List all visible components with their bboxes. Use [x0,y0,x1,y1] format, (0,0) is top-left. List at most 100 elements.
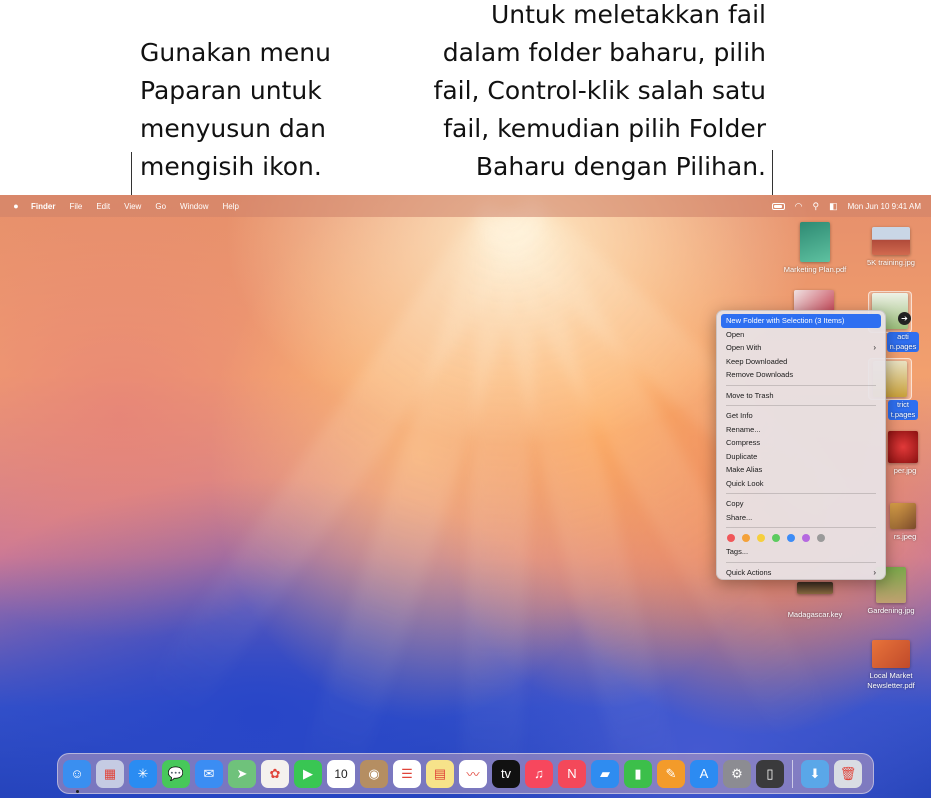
dock-app-reminders[interactable]: ☰ [393,759,421,788]
trash-icon: 🗑 [839,765,857,781]
facetime-icon: ▶ [303,765,313,781]
dock-app-music[interactable]: ♫ [525,759,553,788]
iphone-mirroring-icon: ▯ [766,765,774,781]
dock-app-notes[interactable]: ▤ [426,759,454,788]
downloads-folder-icon: ⬇ [809,765,821,781]
desktop-file-marketing-plan[interactable]: Marketing Plan.pdf [775,222,855,275]
launchpad-icon: ▦ [103,765,117,781]
battery-icon[interactable] [771,202,785,210]
menu-item-get-info[interactable]: Get Info [721,409,881,423]
image-thumbnail-icon[interactable] [794,290,834,312]
menu-file[interactable]: File [69,202,82,211]
menu-item-tags[interactable]: Tags... [721,545,881,559]
menu-item-open[interactable]: Open [721,328,881,342]
apple-tv-icon: tv [500,766,512,781]
menu-help[interactable]: Help [222,202,238,211]
pdf-thumbnail-icon [800,222,830,262]
dock-app-calendar[interactable]: 10 [327,759,355,788]
freeform-icon: 〰 [466,767,480,782]
dock-app-pages[interactable]: ✎ [657,759,685,788]
maps-icon: ➤ [236,765,248,781]
menu-item-copy[interactable]: Copy [721,497,881,511]
callout-leader-line-left [131,152,132,196]
dock-app-contacts[interactable]: ◉ [360,759,388,788]
tag-blue[interactable] [787,534,795,542]
apple-logo-icon[interactable]: ● [11,201,21,211]
callout-view-menu: Gunakan menu Paparan untuk menyusun dan … [140,38,331,181]
chevron-right-icon: › [873,343,876,352]
menu-item-share[interactable]: Share... [721,511,881,525]
music-icon: ♫ [534,766,544,781]
wifi-icon[interactable]: ◠ [795,201,803,212]
news-icon: N [567,766,577,781]
menu-item-keep-downloaded[interactable]: Keep Downloaded [721,355,881,369]
menu-window[interactable]: Window [180,202,208,211]
messages-icon: 💬 [167,765,185,781]
tag-green[interactable] [772,534,780,542]
menu-view[interactable]: View [124,202,141,211]
system-settings-icon: ⚙ [731,765,743,781]
tag-gray[interactable] [817,534,825,542]
dock-app-safari[interactable]: ✳ [129,759,157,788]
desktop-file-label: trict t.pages [887,400,919,420]
menu-finder[interactable]: Finder [31,202,55,211]
pages-icon: ✎ [665,765,677,781]
control-center-icon[interactable]: ◧ [829,201,838,212]
dock-app-keynote[interactable]: ▰ [591,759,619,788]
desktop-file-5k-training[interactable]: 5K training.jpg [851,227,931,268]
tag-purple[interactable] [802,534,810,542]
menu-item-compress[interactable]: Compress [721,436,881,450]
dock-app-news[interactable]: N [558,759,586,788]
menu-item-remove-downloads[interactable]: Remove Downloads [721,368,881,382]
tag-red[interactable] [727,534,735,542]
spotlight-search-icon[interactable]: ⚲ [813,201,820,212]
menu-separator [726,493,876,494]
desktop-file-label: Marketing Plan.pdf [783,265,847,274]
notes-icon: ▤ [433,765,447,781]
menu-item-new-folder-with-selection[interactable]: New Folder with Selection (3 Items) [721,314,881,328]
menu-separator [726,405,876,406]
menu-item-make-alias[interactable]: Make Alias [721,463,881,477]
context-menu: New Folder with Selection (3 Items) Open… [716,310,886,580]
keynote-icon: ▰ [600,765,610,781]
dock-app-apple-tv[interactable]: tv [492,759,520,788]
menu-separator [726,384,876,386]
dock-app-maps[interactable]: ➤ [228,759,256,788]
menu-go[interactable]: Go [155,202,166,211]
running-indicator [76,789,79,793]
menu-item-rename[interactable]: Rename... [721,423,881,437]
chevron-right-icon: › [873,567,876,577]
desktop-file-madagascar-key[interactable]: Madagascar.key [775,582,855,620]
desktop-file-label: Madagascar.key [787,610,843,619]
mail-icon: ✉ [203,765,215,781]
desktop-file-local-market-newsletter[interactable]: Local Market Newsletter.pdf [851,640,931,691]
dock-app-finder[interactable]: ☺ [63,759,91,793]
dock-app-system-settings[interactable]: ⚙ [723,759,751,788]
dock-app-numbers[interactable]: ▮ [624,759,652,788]
menu-item-quick-look[interactable]: Quick Look [721,477,881,491]
dock-app-messages[interactable]: 💬 [162,759,190,788]
menu-item-open-with[interactable]: Open With › [721,341,881,355]
photos-icon: ✿ [269,765,281,781]
menu-item-duplicate[interactable]: Duplicate [721,450,881,464]
dock-app-downloads-folder[interactable]: ⬇ [801,759,829,788]
dock-app-app-store[interactable]: A [690,759,718,788]
dock-app-launchpad[interactable]: ▦ [96,759,124,788]
dock-app-facetime[interactable]: ▶ [294,759,322,788]
dock-app-trash[interactable]: 🗑 [834,759,862,788]
menu-edit[interactable]: Edit [96,202,110,211]
menu-bar-clock[interactable]: Mon Jun 10 9:41 AM [848,202,921,211]
menu-separator [726,527,876,528]
tag-yellow[interactable] [757,534,765,542]
image-thumbnail-icon [888,431,918,463]
tag-orange[interactable] [742,534,750,542]
dock-app-iphone-mirroring[interactable]: ▯ [756,759,784,788]
desktop-file-label: per.jpg [893,466,917,475]
desktop-file-label: rs.jpeg [893,532,917,541]
dock-app-photos[interactable]: ✿ [261,759,289,788]
menu-item-quick-actions[interactable]: Quick Actions › [721,566,881,580]
desktop-file-label: Gardening.jpg [867,606,915,615]
dock-app-mail[interactable]: ✉ [195,759,223,788]
dock-app-freeform[interactable]: 〰 [459,759,487,788]
menu-item-move-to-trash[interactable]: Move to Trash [721,389,881,403]
